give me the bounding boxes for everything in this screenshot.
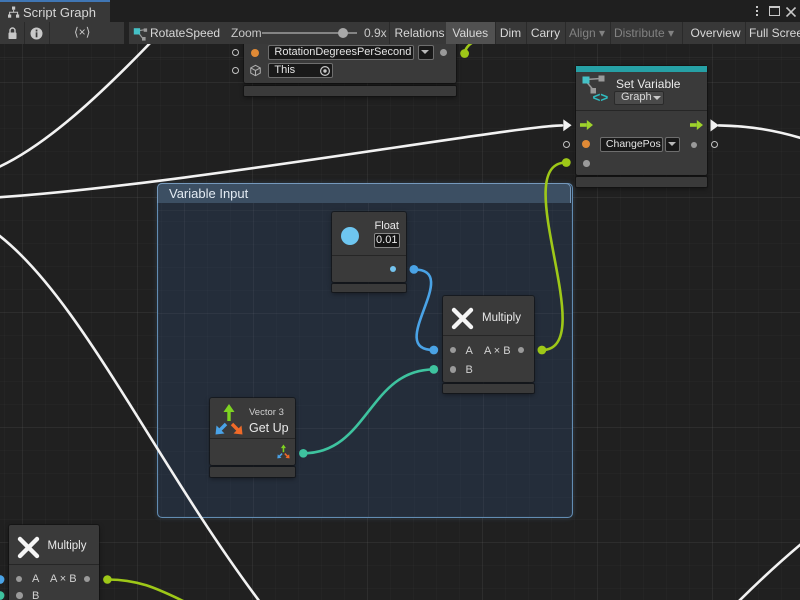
svg-text:<>: <> [592,90,608,104]
